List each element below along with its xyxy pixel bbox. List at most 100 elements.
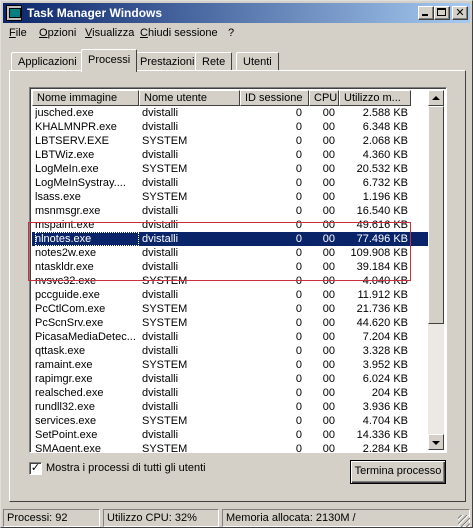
minimize-button[interactable] bbox=[418, 6, 434, 20]
column-memory-usage[interactable]: Utilizzo m... bbox=[339, 90, 411, 106]
maximize-button[interactable] bbox=[434, 6, 450, 20]
process-row[interactable]: LBTSERV.EXE SYSTEM 0 00 2.068 KB bbox=[32, 134, 430, 148]
process-memory: 77.496 KB bbox=[356, 233, 408, 245]
process-memory: 20.532 KB bbox=[356, 163, 408, 175]
process-memory: 4.704 KB bbox=[362, 415, 408, 427]
task-manager-icon[interactable] bbox=[6, 5, 22, 21]
process-session-id: 0 bbox=[295, 219, 302, 231]
menu-logoff[interactable]: Chiudi sessione bbox=[140, 27, 218, 39]
column-cpu[interactable]: CPU bbox=[309, 90, 339, 106]
process-name: pccguide.exe bbox=[35, 289, 100, 301]
process-row[interactable]: rapimgr.exe dvistalli 0 00 6.024 KB bbox=[32, 372, 430, 386]
process-user: dvistalli bbox=[142, 373, 179, 385]
process-memory: 4.040 KB bbox=[362, 275, 408, 287]
process-memory: 14.336 KB bbox=[356, 429, 408, 441]
process-row[interactable]: mspaint.exe dvistalli 0 00 49.616 KB bbox=[32, 218, 430, 232]
menu-help[interactable]: ? bbox=[228, 27, 234, 39]
process-cpu: 00 bbox=[322, 359, 335, 371]
process-user: dvistalli bbox=[142, 387, 179, 399]
tab-applications[interactable]: Applicazioni bbox=[11, 52, 84, 71]
process-memory: 3.936 KB bbox=[362, 401, 408, 413]
process-user: SYSTEM bbox=[142, 443, 188, 453]
process-name: nvsvc32.exe bbox=[35, 275, 97, 287]
scroll-up-button[interactable] bbox=[428, 90, 444, 106]
process-memory: 49.616 KB bbox=[356, 219, 408, 231]
resize-grip-icon[interactable] bbox=[458, 515, 470, 527]
process-cpu: 00 bbox=[322, 275, 335, 287]
process-row[interactable]: rundll32.exe dvistalli 0 00 3.936 KB bbox=[32, 400, 430, 414]
process-row[interactable]: realsched.exe dvistalli 0 00 204 KB bbox=[32, 386, 430, 400]
process-user: dvistalli bbox=[142, 429, 179, 441]
process-cpu: 00 bbox=[322, 373, 335, 385]
process-row[interactable]: LBTWiz.exe dvistalli 0 00 4.360 KB bbox=[32, 148, 430, 162]
process-session-id: 0 bbox=[295, 345, 302, 357]
tab-performance[interactable]: Prestazioni bbox=[133, 52, 202, 71]
process-session-id: 0 bbox=[295, 289, 302, 301]
process-cpu: 00 bbox=[322, 219, 335, 231]
process-memory: 6.732 KB bbox=[362, 177, 408, 189]
process-user: SYSTEM bbox=[142, 275, 188, 287]
process-row[interactable]: services.exe SYSTEM 0 00 4.704 KB bbox=[32, 414, 430, 428]
process-row[interactable]: PicasaMediaDetec... dvistalli 0 00 7.204 KB bbox=[32, 330, 430, 344]
scroll-down-button[interactable] bbox=[428, 434, 444, 450]
process-user: dvistalli bbox=[142, 401, 179, 413]
process-name: msnmsgr.exe bbox=[35, 205, 101, 217]
checkmark-icon: ✓ bbox=[30, 462, 41, 474]
process-row[interactable]: nlnotes.exe dvistalli 0 00 77.496 KB bbox=[32, 232, 430, 246]
process-row[interactable]: SMAgent.exe SYSTEM 0 00 2.284 KB bbox=[32, 442, 430, 453]
menu-view[interactable]: Visualizza bbox=[85, 27, 134, 39]
process-cpu: 00 bbox=[322, 135, 335, 147]
close-button[interactable]: ✕ bbox=[452, 6, 468, 20]
process-user: dvistalli bbox=[142, 289, 179, 301]
process-session-id: 0 bbox=[295, 373, 302, 385]
checkbox-box[interactable]: ✓ bbox=[29, 462, 42, 475]
task-manager-window: Task Manager Windows ✕ File Opzioni Visu… bbox=[0, 0, 473, 528]
process-name: LogMeIn.exe bbox=[35, 163, 99, 175]
process-user: dvistalli bbox=[142, 247, 179, 259]
process-row[interactable]: qttask.exe dvistalli 0 00 3.328 KB bbox=[32, 344, 430, 358]
process-row[interactable]: lsass.exe SYSTEM 0 00 1.196 KB bbox=[32, 190, 430, 204]
process-session-id: 0 bbox=[295, 443, 302, 453]
process-row[interactable]: PcScnSrv.exe SYSTEM 0 00 44.620 KB bbox=[32, 316, 430, 330]
title-bar[interactable]: Task Manager Windows ✕ bbox=[3, 3, 470, 23]
process-session-id: 0 bbox=[295, 359, 302, 371]
close-icon: ✕ bbox=[455, 7, 465, 19]
list-header: Nome immagine Nome utente ID sessione CP… bbox=[32, 90, 430, 106]
process-list[interactable]: Nome immagine Nome utente ID sessione CP… bbox=[29, 87, 447, 453]
arrow-up-icon bbox=[432, 96, 440, 100]
scroll-thumb[interactable] bbox=[428, 106, 444, 324]
process-name: services.exe bbox=[35, 415, 97, 427]
process-row[interactable]: KHALMNPR.exe dvistalli 0 00 6.348 KB bbox=[32, 120, 430, 134]
column-session-id[interactable]: ID sessione bbox=[240, 90, 309, 106]
process-user: SYSTEM bbox=[142, 317, 188, 329]
process-row[interactable]: msnmsgr.exe dvistalli 0 00 16.540 KB bbox=[32, 204, 430, 218]
tab-network[interactable]: Rete bbox=[195, 52, 233, 71]
end-process-button[interactable]: Termina processo bbox=[350, 460, 446, 484]
process-row[interactable]: notes2w.exe dvistalli 0 00 109.908 KB bbox=[32, 246, 430, 260]
status-bar: Processi: 92 Utilizzo CPU: 32% Memoria a… bbox=[3, 509, 470, 527]
process-row[interactable]: ntaskldr.exe dvistalli 0 00 39.184 KB bbox=[32, 260, 430, 274]
process-row[interactable]: PcCtlCom.exe SYSTEM 0 00 21.736 KB bbox=[32, 302, 430, 316]
process-row[interactable]: nvsvc32.exe SYSTEM 0 00 4.040 KB bbox=[32, 274, 430, 288]
process-row[interactable]: ramaint.exe SYSTEM 0 00 3.952 KB bbox=[32, 358, 430, 372]
menu-options[interactable]: Opzioni bbox=[39, 27, 76, 39]
process-row[interactable]: pccguide.exe dvistalli 0 00 11.912 KB bbox=[32, 288, 430, 302]
process-cpu: 00 bbox=[322, 149, 335, 161]
tab-users[interactable]: Utenti bbox=[236, 52, 279, 71]
status-cpu-usage: Utilizzo CPU: 32% bbox=[103, 509, 219, 527]
process-cpu: 00 bbox=[322, 387, 335, 399]
process-row[interactable]: LogMeIn.exe SYSTEM 0 00 20.532 KB bbox=[32, 162, 430, 176]
column-user-name[interactable]: Nome utente bbox=[139, 90, 240, 106]
checkbox-label[interactable]: Mostra i processi di tutti gli utenti bbox=[46, 462, 206, 474]
column-image-name[interactable]: Nome immagine bbox=[32, 90, 139, 106]
menu-file[interactable]: File bbox=[9, 27, 27, 39]
process-row[interactable]: jusched.exe dvistalli 0 00 2.588 KB bbox=[32, 106, 430, 120]
process-row[interactable]: LogMeInSystray.... dvistalli 0 00 6.732 KB bbox=[32, 176, 430, 190]
process-memory: 109.908 KB bbox=[350, 247, 409, 259]
process-row[interactable]: SetPoint.exe dvistalli 0 00 14.336 KB bbox=[32, 428, 430, 442]
process-cpu: 00 bbox=[322, 233, 335, 245]
tab-processes[interactable]: Processi bbox=[81, 49, 138, 72]
vertical-scrollbar[interactable] bbox=[428, 90, 444, 450]
process-session-id: 0 bbox=[295, 233, 302, 245]
process-cpu: 00 bbox=[322, 415, 335, 427]
